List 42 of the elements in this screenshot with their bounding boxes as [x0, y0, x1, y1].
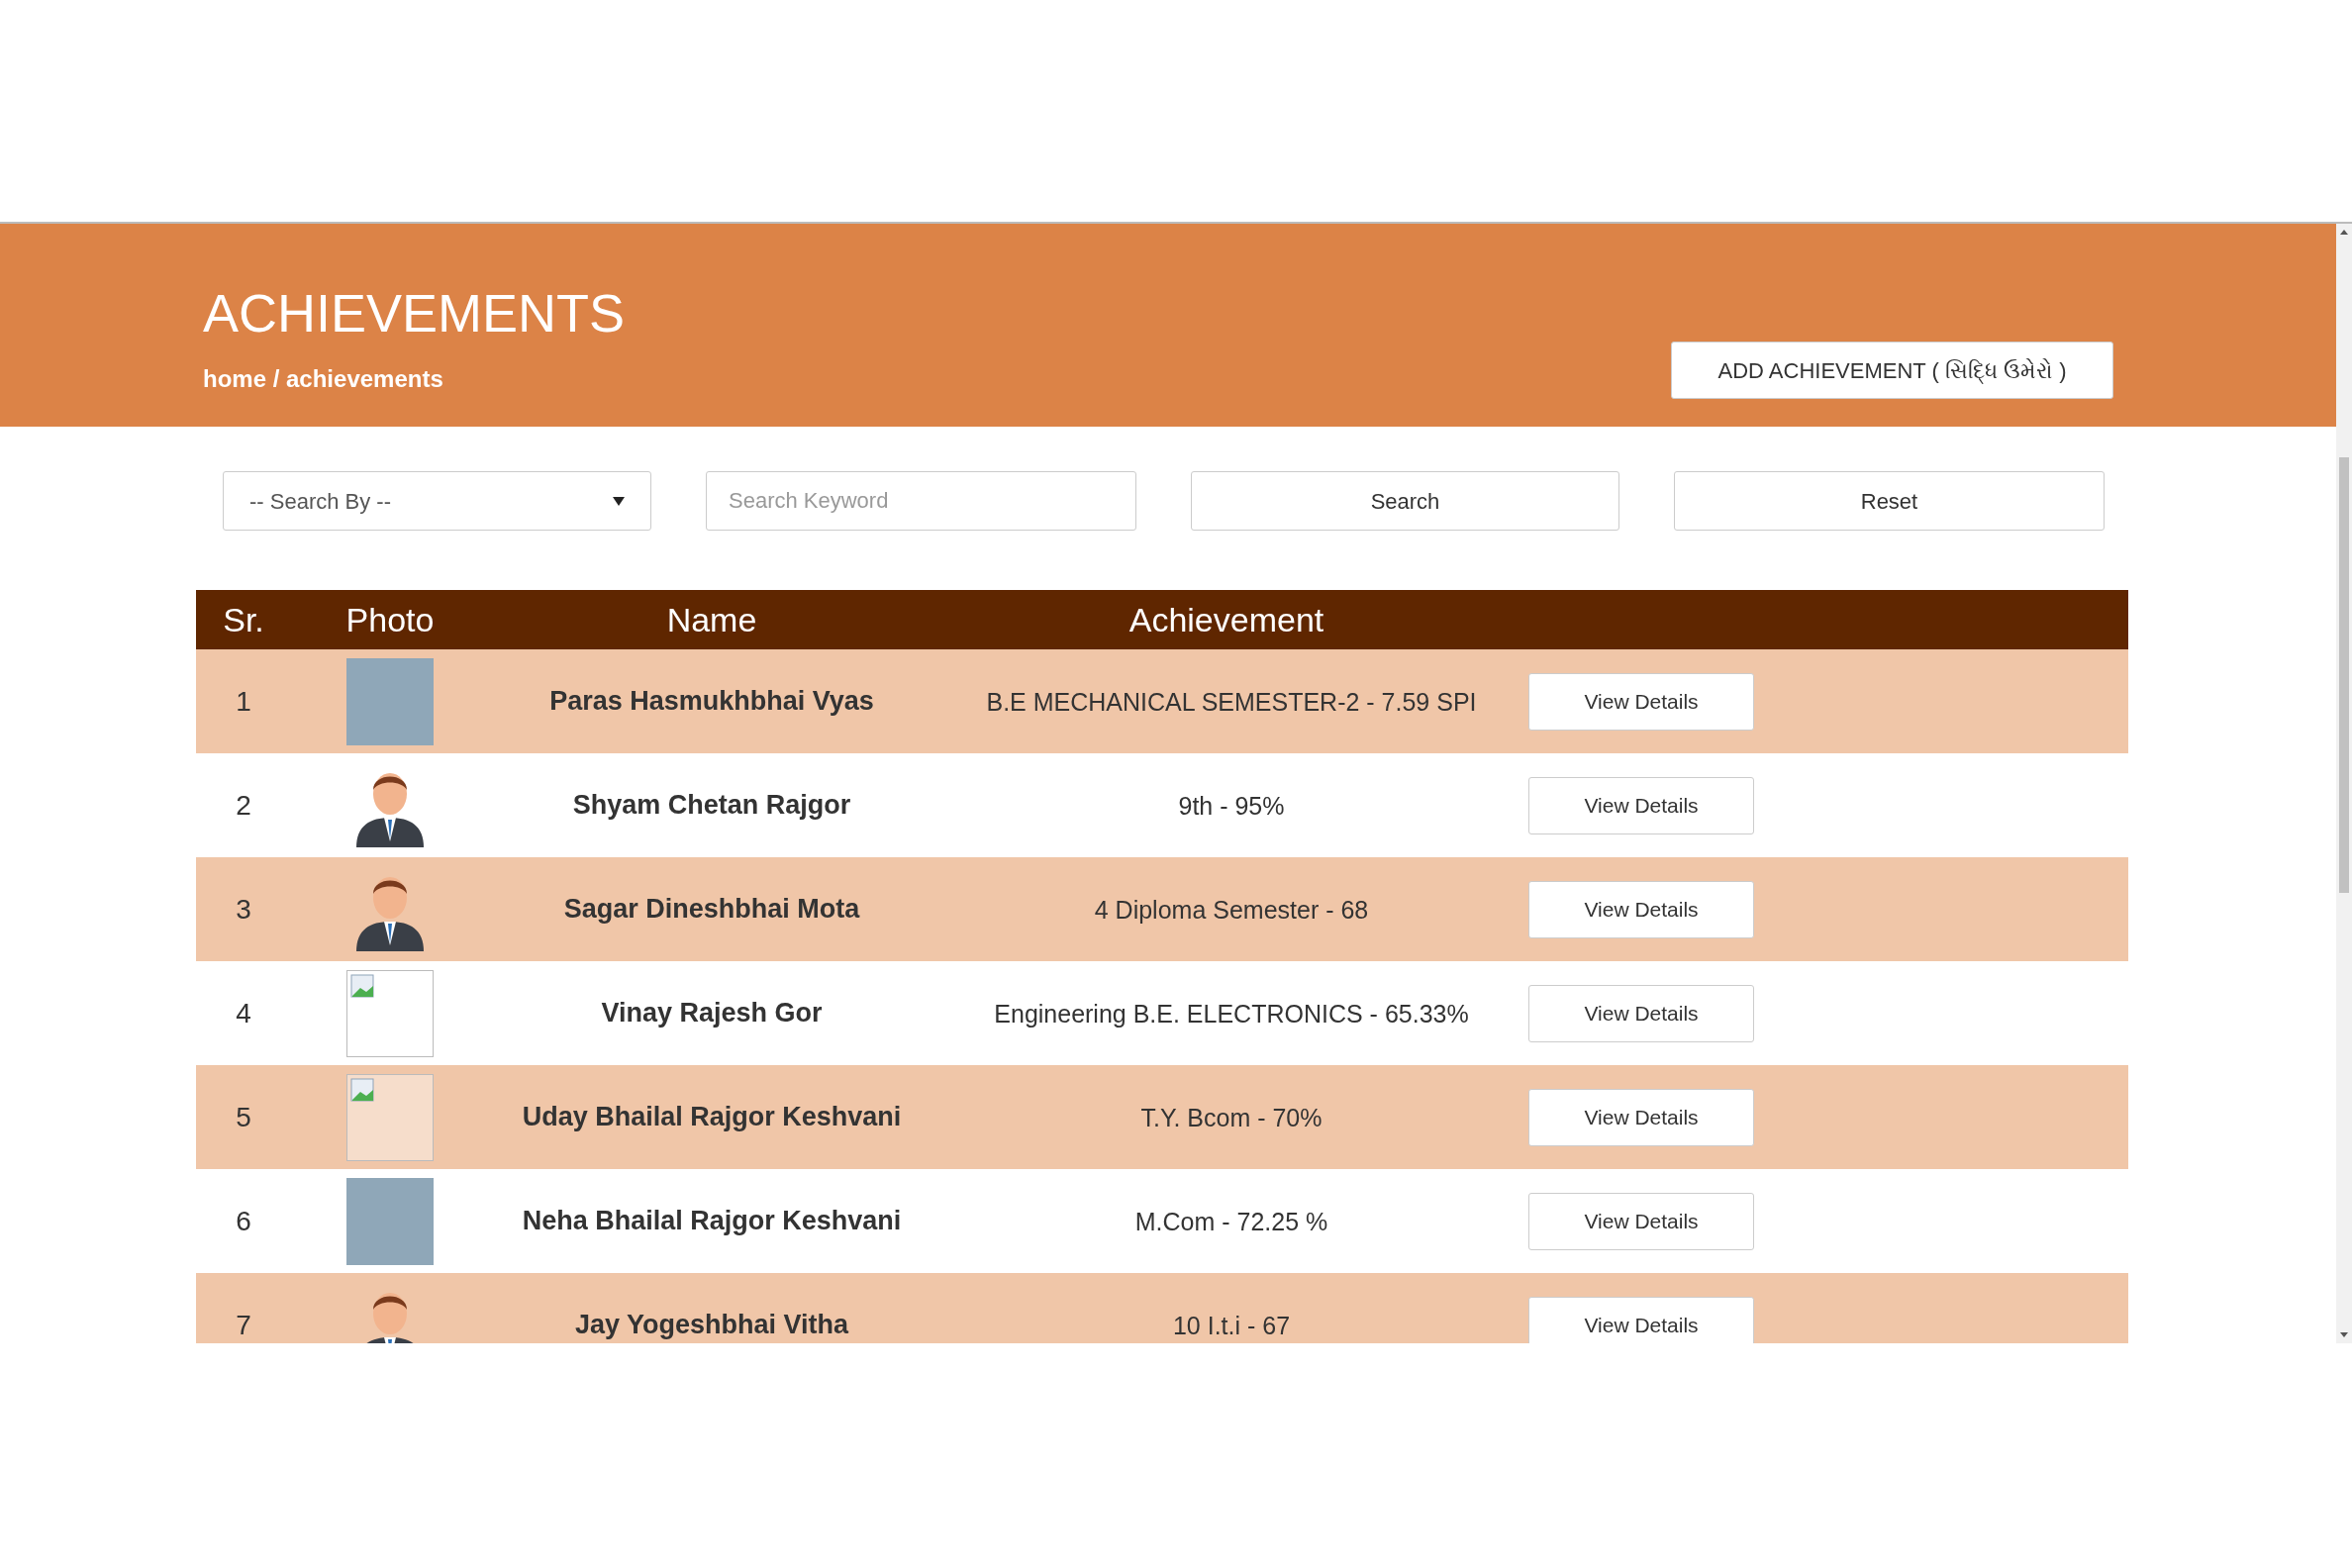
column-header: Sr. — [222, 599, 265, 640]
broken-image-icon — [350, 973, 376, 1000]
student-name: Jay Yogeshbhai Vitha — [573, 1309, 850, 1342]
view-details-button[interactable]: View Details — [1528, 1088, 1754, 1146]
achievement-text: T.Y. Bcom - 70% — [1139, 1102, 1323, 1133]
column-header: Achievement — [1127, 599, 1325, 640]
broken-image-icon — [350, 1077, 376, 1104]
achievement-text: 9th - 95% — [1177, 790, 1286, 822]
reset-button[interactable]: Reset — [1674, 471, 2105, 531]
achievement-text: Engineering B.E. ELECTRONICS - 65.33% — [993, 998, 1470, 1029]
page-title: ACHIEVEMENTS — [203, 286, 626, 340]
view-details-button[interactable]: View Details — [1528, 880, 1754, 938]
student-name: Sagar Dineshbhai Mota — [562, 893, 861, 927]
view-details-button[interactable]: View Details — [1528, 1296, 1754, 1343]
view-details-button[interactable]: View Details — [1528, 1192, 1754, 1250]
caret-down-icon — [613, 496, 625, 506]
serial-number: 6 — [235, 1204, 252, 1238]
serial-number: 3 — [235, 892, 252, 927]
serial-number: 7 — [235, 1308, 252, 1342]
achievement-text: 10 I.t.i - 67 — [1171, 1310, 1292, 1341]
view-details-button[interactable]: View Details — [1528, 776, 1754, 834]
achievement-text: M.Com - 72.25 % — [1133, 1206, 1329, 1237]
search-by-dropdown[interactable]: -- Search By -- — [223, 471, 651, 531]
view-details-button[interactable]: View Details — [1528, 984, 1754, 1042]
column-header: Name — [665, 599, 758, 640]
search-button[interactable]: Search — [1191, 471, 1619, 531]
serial-number: 5 — [235, 1100, 252, 1134]
search-keyword-field[interactable]: Search Keyword — [706, 471, 1136, 531]
column-header: Photo — [344, 599, 436, 640]
serial-number: 2 — [235, 788, 252, 823]
student-name: Paras Hasmukhbhai Vyas — [548, 685, 875, 719]
student-name: Vinay Rajesh Gor — [600, 997, 824, 1030]
student-name: Neha Bhailal Rajgor Keshvani — [521, 1205, 903, 1238]
achievement-text: B.E MECHANICAL SEMESTER-2 - 7.59 SPI — [985, 686, 1478, 718]
student-name: Shyam Chetan Rajgor — [571, 789, 852, 823]
serial-number: 4 — [235, 996, 252, 1030]
view-details-button[interactable]: View Details — [1528, 672, 1754, 731]
student-name: Uday Bhailal Rajgor Keshvani — [521, 1101, 903, 1134]
add-achievement-button[interactable]: ADD ACHIEVEMENT ( સિદ્ધિ ઉમેરો ) — [1671, 342, 2113, 399]
achievement-text: 4 Diploma Semester - 68 — [1093, 894, 1370, 926]
serial-number: 1 — [235, 684, 252, 719]
breadcrumb: home / achievements — [203, 364, 444, 394]
